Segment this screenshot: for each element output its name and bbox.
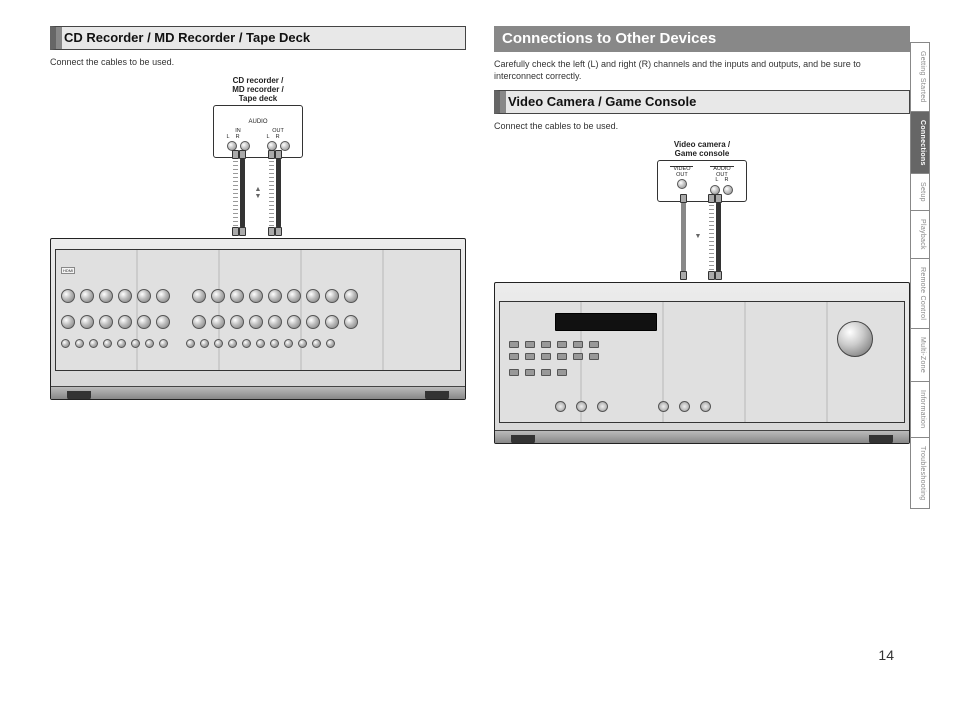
device-label-right: Video camera / Game console (657, 140, 747, 158)
front-jack-icon (555, 401, 566, 412)
front-jack-icon (679, 401, 690, 412)
instruction-left: Connect the cables to be used. (50, 56, 466, 68)
tab-getting-started[interactable]: Getting Started (911, 42, 929, 112)
cable-icon (709, 202, 714, 272)
front-jack-icon (658, 401, 669, 412)
cable-icon (681, 202, 686, 272)
panel-audio-r: R (724, 178, 728, 184)
section-tabs: Getting Started Connections Setup Playba… (910, 42, 930, 509)
diagram-cd-recorder: CD recorder / MD recorder / Tape deck AU… (50, 76, 466, 401)
page-number: 14 (878, 647, 894, 663)
left-column: CD Recorder / MD Recorder / Tape Deck Co… (50, 20, 466, 444)
heading-video-camera: Video Camera / Game Console (494, 90, 910, 114)
display-panel (555, 313, 657, 331)
device-label-left: CD recorder / MD recorder / Tape deck (213, 76, 303, 104)
heading-cd-recorder: CD Recorder / MD Recorder / Tape Deck (50, 26, 466, 50)
arrow-icon: ▼ (695, 233, 702, 240)
page-content: CD Recorder / MD Recorder / Tape Deck Co… (50, 20, 910, 444)
receiver-rear-panel: HDMI (50, 238, 466, 400)
cable-diagram-left: ▲▼ (50, 158, 466, 228)
tab-remote-control[interactable]: Remote Control (911, 259, 929, 329)
tab-connections[interactable]: Connections (911, 112, 929, 175)
panel-video-out: OUT (670, 173, 693, 179)
instruction-main-right: Carefully check the left (L) and right (… (494, 58, 910, 82)
cable-diagram-right: ▼ (494, 202, 910, 272)
cable-icon (233, 158, 238, 228)
jack-panel-left: AUDIO IN L R OUT (213, 105, 303, 158)
arrow-icon: ▲▼ (255, 186, 262, 200)
cable-icon (269, 158, 274, 228)
front-jack-icon (597, 401, 608, 412)
front-jack-icon (700, 401, 711, 412)
panel-out-l: L (267, 135, 270, 141)
volume-knob-icon (837, 321, 873, 357)
tab-setup[interactable]: Setup (911, 174, 929, 211)
diagram-video-camera: Video camera / Game console VIDEO OUT AU… (494, 140, 910, 444)
jack-icon (723, 185, 733, 195)
panel-audio-l: L (715, 178, 718, 184)
cable-icon (276, 158, 281, 228)
cable-icon (240, 158, 245, 228)
cable-icon (716, 202, 721, 272)
heading-connections-other: Connections to Other Devices (494, 26, 910, 52)
tab-troubleshooting[interactable]: Troubleshooting (911, 438, 929, 509)
receiver-front-panel (494, 282, 910, 444)
jack-panel-right: VIDEO OUT AUDIO OUT L R (657, 160, 747, 202)
tab-information[interactable]: Information (911, 382, 929, 437)
instruction-sub-right: Connect the cables to be used. (494, 120, 910, 132)
panel-in-l: L (227, 135, 230, 141)
right-column: Connections to Other Devices Carefully c… (494, 20, 910, 444)
tab-playback[interactable]: Playback (911, 211, 929, 259)
tab-multi-zone[interactable]: Multi-Zone (911, 329, 929, 382)
front-jack-icon (576, 401, 587, 412)
panel-out-r: R (276, 135, 280, 141)
panel-in-r: R (236, 135, 240, 141)
jack-icon (677, 179, 687, 189)
panel-title-audio: AUDIO (238, 119, 277, 125)
